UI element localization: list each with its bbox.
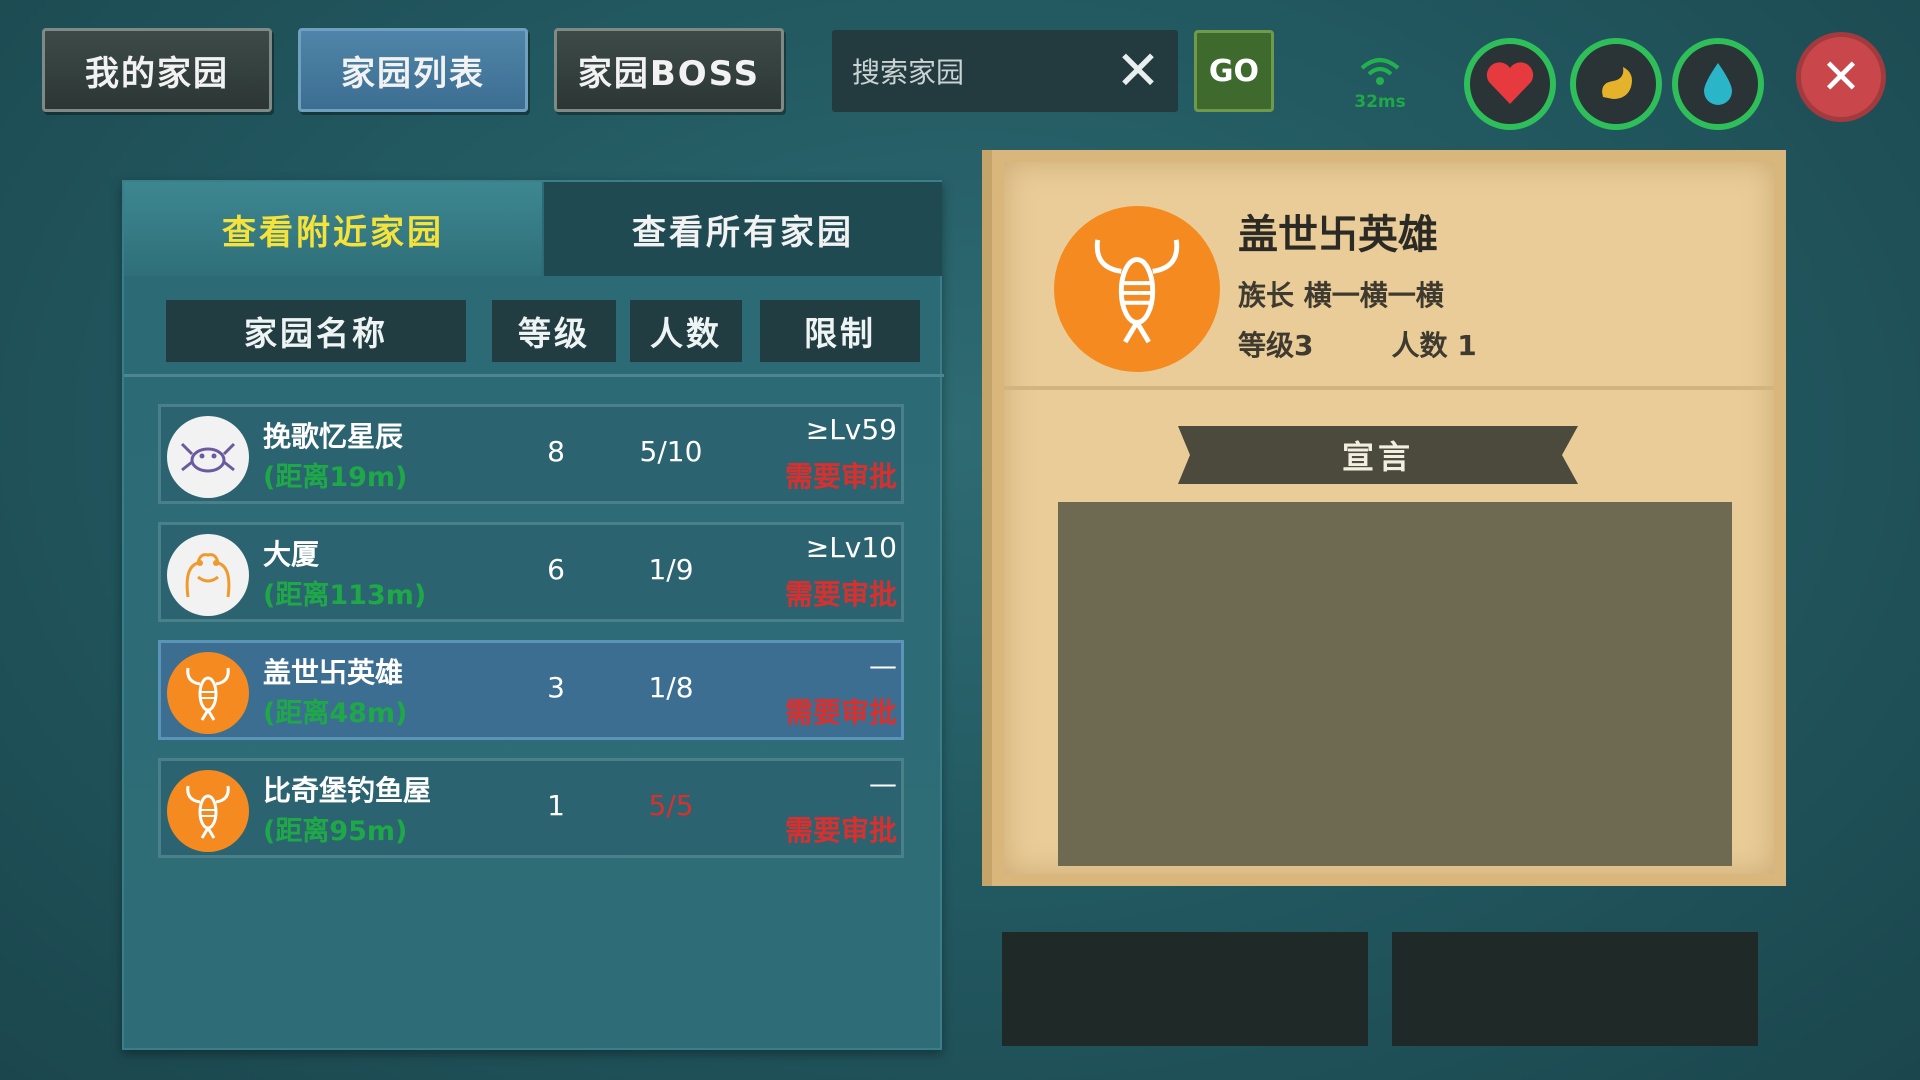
hunger-button[interactable]: [1570, 38, 1662, 130]
home-level-limit: —: [869, 767, 897, 800]
home-approval: 需要审批: [784, 814, 897, 847]
tab-home-list[interactable]: 家园列表: [298, 28, 528, 112]
declaration-text: [1058, 502, 1732, 866]
ping-text: 32ms: [1354, 92, 1406, 112]
network-status: 32ms: [1348, 52, 1412, 112]
home-name: 比奇堡钓鱼屋: [263, 774, 432, 807]
lobster-icon: [167, 652, 249, 734]
tab-nearby-homes[interactable]: 查看附近家园: [124, 182, 542, 276]
close-icon: ✕: [1820, 49, 1862, 105]
home-level-limit: —: [869, 649, 897, 682]
action-button-left[interactable]: [1002, 932, 1368, 1046]
home-detail-panel: 盖世卐英雄 族长 横一横一横 等级3 人数 1 宣言: [992, 150, 1786, 886]
home-level: 6: [547, 553, 565, 586]
home-level-limit: ≥Lv10: [805, 531, 897, 564]
go-button[interactable]: GO: [1194, 30, 1274, 112]
home-distance: (距离113m): [263, 580, 427, 611]
header-divider: [124, 374, 944, 377]
frog-icon: [167, 534, 249, 616]
close-button[interactable]: ✕: [1796, 32, 1886, 122]
home-level: 8: [547, 435, 565, 468]
column-header-count: 人数: [630, 300, 742, 362]
detail-leader: 族长 横一横一横: [1238, 279, 1444, 312]
detail-stats: 等级3 人数 1: [1238, 329, 1477, 362]
lobster-icon: [167, 770, 249, 852]
home-distance: (距离48m): [263, 698, 408, 729]
water-drop-icon: [1704, 63, 1732, 105]
home-name: 大厦: [263, 538, 320, 571]
health-button[interactable]: [1464, 38, 1556, 130]
wifi-icon: [1360, 58, 1400, 85]
home-row[interactable]: 大厦 (距离113m) 6 1/9 ≥Lv10 需要审批: [158, 522, 904, 622]
home-row-selected[interactable]: 盖世卐英雄 (距离48m) 3 1/8 — 需要审批: [158, 640, 904, 740]
search-placeholder: 搜索家园: [852, 56, 965, 89]
tab-home-boss[interactable]: 家园BOSS: [554, 28, 784, 112]
home-level-limit: ≥Lv59: [805, 413, 897, 446]
crab-icon: [167, 416, 249, 498]
home-level: 1: [547, 789, 565, 822]
column-header-limit: 限制: [760, 300, 920, 362]
home-approval: 需要审批: [784, 460, 897, 493]
detail-home-name: 盖世卐英雄: [1238, 212, 1438, 258]
home-row[interactable]: 挽歌忆星辰 (距离19m) 8 5/10 ≥Lv59 需要审批: [158, 404, 904, 504]
home-list-panel: 查看附近家园 查看所有家园 家园名称 等级 人数 限制 挽歌忆星辰 (距离19m…: [122, 180, 944, 1050]
lobster-icon: [1054, 206, 1220, 372]
home-name: 盖世卐英雄: [263, 656, 404, 689]
home-member-count: 1/8: [648, 671, 694, 704]
water-button[interactable]: [1672, 38, 1764, 130]
column-header-name: 家园名称: [166, 300, 466, 362]
home-name: 挽歌忆星辰: [263, 420, 404, 453]
home-member-count: 1/9: [648, 553, 694, 586]
home-member-count: 5/5: [648, 789, 694, 822]
home-row[interactable]: 比奇堡钓鱼屋 (距离95m) 1 5/5 — 需要审批: [158, 758, 904, 858]
action-button-right[interactable]: [1392, 932, 1758, 1046]
heart-icon: [1486, 62, 1534, 104]
column-header-level: 等级: [492, 300, 616, 362]
close-icon: ✕: [1115, 38, 1161, 102]
tab-my-home[interactable]: 我的家园: [42, 28, 272, 112]
food-icon: [1602, 67, 1632, 99]
tab-all-homes[interactable]: 查看所有家园: [544, 182, 942, 276]
home-approval: 需要审批: [784, 696, 897, 729]
home-distance: (距离95m): [263, 816, 408, 847]
home-approval: 需要审批: [784, 578, 897, 611]
home-member-count: 5/10: [639, 435, 703, 468]
home-distance: (距离19m): [263, 462, 408, 493]
clear-search-button[interactable]: ✕: [1110, 39, 1166, 102]
declaration-title: 宣言: [1178, 426, 1578, 484]
detail-divider: [1004, 386, 1774, 390]
home-level: 3: [547, 671, 565, 704]
